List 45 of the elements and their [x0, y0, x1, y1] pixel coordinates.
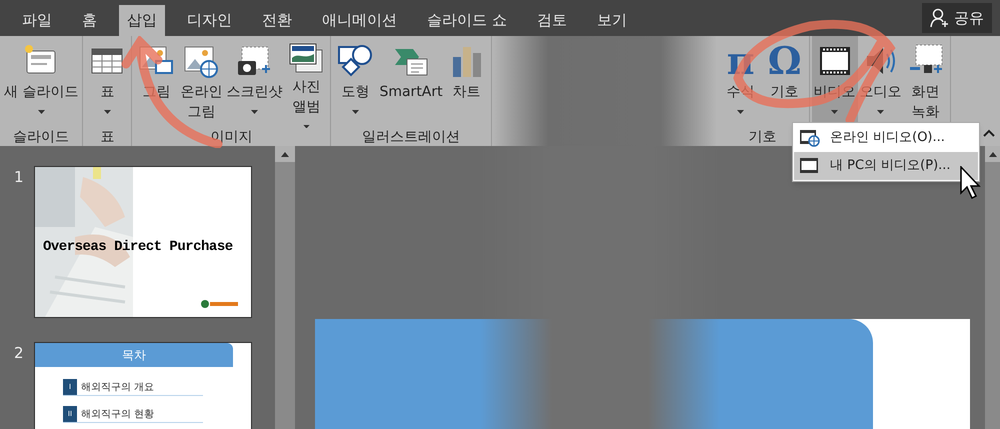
ribbon-tab[interactable]: 슬라이드 쇼 — [419, 5, 515, 36]
toc-item: 해외직구의 개요 — [81, 380, 154, 394]
ribbon-tab[interactable]: 검토 — [528, 5, 575, 36]
scrollbar[interactable] — [275, 146, 295, 429]
person-add-icon — [930, 8, 950, 28]
ribbon-button[interactable]: 스크린샷 — [224, 36, 284, 128]
slide-number: 1 — [14, 167, 24, 188]
ribbon-button[interactable]: π 수식 — [718, 36, 763, 128]
slide-title: Overseas Direct Purchase — [43, 238, 233, 257]
ribbon-tab[interactable]: 홈 — [74, 5, 105, 36]
ribbon-tab[interactable]: 삽입 — [119, 5, 165, 36]
group-label: 기호 — [748, 128, 778, 146]
symbol-icon: Ω — [768, 42, 802, 80]
film-strip-icon — [800, 157, 820, 175]
ribbon-tab[interactable]: 전환 — [254, 5, 300, 36]
ribbon-button[interactable]: 도형 — [333, 36, 378, 128]
ribbon-button[interactable]: 온라인 그림 — [178, 36, 224, 128]
slide-thumbnail[interactable]: Overseas Direct Purchase — [34, 166, 252, 318]
logo-icon — [201, 299, 239, 309]
scroll-up-icon — [988, 152, 996, 156]
ribbon-button[interactable]: 그림 — [134, 36, 178, 128]
ribbon-tab[interactable]: 애니메이션 — [314, 5, 405, 36]
group-label: 슬라이드 — [12, 128, 70, 146]
group-label: 표 — [99, 128, 116, 146]
ribbon-tab[interactable]: 디자인 — [179, 5, 240, 36]
ribbon-button[interactable]: 사진 앨범 — [284, 36, 328, 128]
ribbon-tab[interactable]: 보기 — [588, 5, 635, 36]
slide-number: 2 — [14, 343, 24, 364]
ribbon-button[interactable]: SmartArt — [377, 36, 445, 128]
group-label: 이미지 — [209, 128, 254, 146]
group-label: 일러스트레이션 — [361, 128, 462, 146]
shapes-icon — [337, 43, 374, 79]
toc-item: 해외직구의 현황 — [81, 408, 154, 422]
ribbon-button[interactable]: 새 슬라이드 — [2, 36, 80, 128]
collapse-ribbon-icon[interactable] — [983, 129, 995, 137]
share-button[interactable]: 공유 — [922, 3, 992, 33]
ribbon-button[interactable]: 표 — [85, 36, 130, 128]
symbol-icon: π — [726, 42, 755, 80]
ribbon-button[interactable]: 차트 — [444, 36, 489, 128]
menu-item[interactable]: 내 PC의 비디오(P)... — [794, 152, 978, 180]
slide-title: 목차 — [122, 347, 146, 364]
online-video-icon — [800, 129, 820, 147]
scrollbar[interactable] — [985, 146, 1000, 429]
ribbon-tab[interactable]: 파일 — [14, 5, 60, 36]
scroll-up-icon — [281, 152, 289, 156]
